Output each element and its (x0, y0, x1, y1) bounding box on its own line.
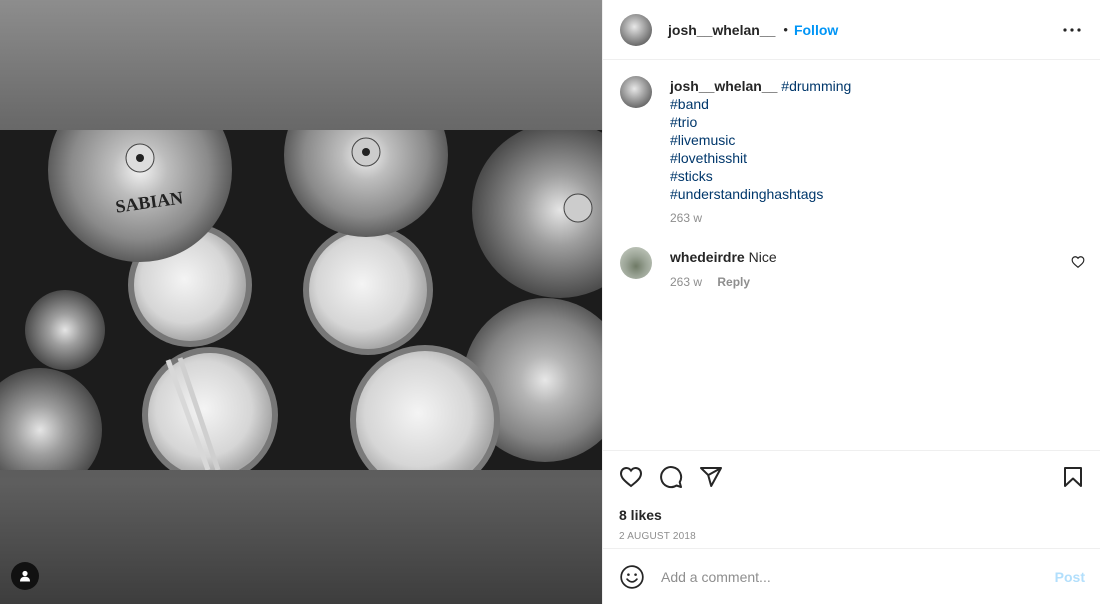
comment-like-button[interactable] (1071, 255, 1085, 269)
commenter-username[interactable]: whedeirdre (670, 249, 745, 265)
more-options-icon (1063, 27, 1081, 32)
caption-username[interactable]: josh__whelan__ (670, 78, 777, 94)
hashtag-link[interactable]: #drumming (781, 78, 851, 94)
post-date[interactable]: 2 AUGUST 2018 (619, 531, 1085, 542)
hashtag-link[interactable]: #sticks (670, 167, 851, 185)
more-options-button[interactable] (1060, 18, 1084, 42)
share-button[interactable] (699, 457, 739, 497)
reply-button[interactable]: Reply (717, 275, 750, 289)
caption-timestamp[interactable]: 263 w (670, 209, 851, 227)
comment-item: whedeirdre Nice 263 w Reply (620, 247, 1085, 291)
media-panel: SABIAN (0, 0, 602, 604)
separator-dot: • (783, 22, 788, 37)
drum-kit-image: SABIAN (0, 130, 602, 470)
author-username[interactable]: josh__whelan__ (668, 22, 775, 38)
hashtag-link[interactable]: #understandinghashtags (670, 185, 851, 203)
comment-input[interactable] (661, 568, 1055, 585)
caption-avatar[interactable] (620, 76, 652, 108)
comment-meta: 263 w Reply (670, 273, 777, 291)
emoji-icon[interactable] (619, 564, 645, 590)
post-sidebar: josh__whelan__ • Follow josh__whelan__ #… (602, 0, 1100, 604)
heart-icon (1071, 256, 1085, 268)
comment-icon (660, 466, 683, 489)
post-header: josh__whelan__ • Follow (603, 0, 1100, 60)
caption-body: josh__whelan__ #drumming #band #trio #li… (670, 76, 851, 227)
comment-text: Nice (748, 249, 777, 265)
like-button[interactable] (619, 457, 659, 497)
share-icon (700, 467, 722, 487)
post-photo[interactable]: SABIAN (0, 130, 602, 470)
save-button[interactable] (1045, 457, 1085, 497)
heart-icon (619, 466, 643, 488)
user-tag-icon (20, 570, 30, 582)
action-icons (619, 451, 1085, 503)
add-comment-bar: Post (603, 548, 1100, 604)
caption: josh__whelan__ #drumming #band #trio #li… (620, 76, 1085, 227)
author-avatar[interactable] (620, 13, 652, 46)
hashtag-link[interactable]: #livemusic (670, 131, 851, 149)
hashtag-link[interactable]: #trio (670, 113, 851, 131)
comment-button[interactable] (659, 457, 699, 497)
comments-area[interactable]: josh__whelan__ #drumming #band #trio #li… (603, 60, 1100, 450)
comment-timestamp[interactable]: 263 w (670, 275, 702, 289)
bookmark-icon (1064, 467, 1082, 487)
commenter-avatar[interactable] (620, 247, 652, 279)
user-tag-button[interactable] (11, 562, 39, 590)
action-bar: 8 likes 2 AUGUST 2018 (603, 450, 1100, 542)
comment-body: whedeirdre Nice 263 w Reply (670, 247, 777, 291)
likes-count[interactable]: 8 likes (619, 507, 1085, 523)
follow-button[interactable]: Follow (794, 22, 838, 38)
hashtag-link[interactable]: #band (670, 95, 851, 113)
hashtag-link[interactable]: #lovethisshit (670, 149, 851, 167)
post-comment-button[interactable]: Post (1055, 569, 1085, 585)
